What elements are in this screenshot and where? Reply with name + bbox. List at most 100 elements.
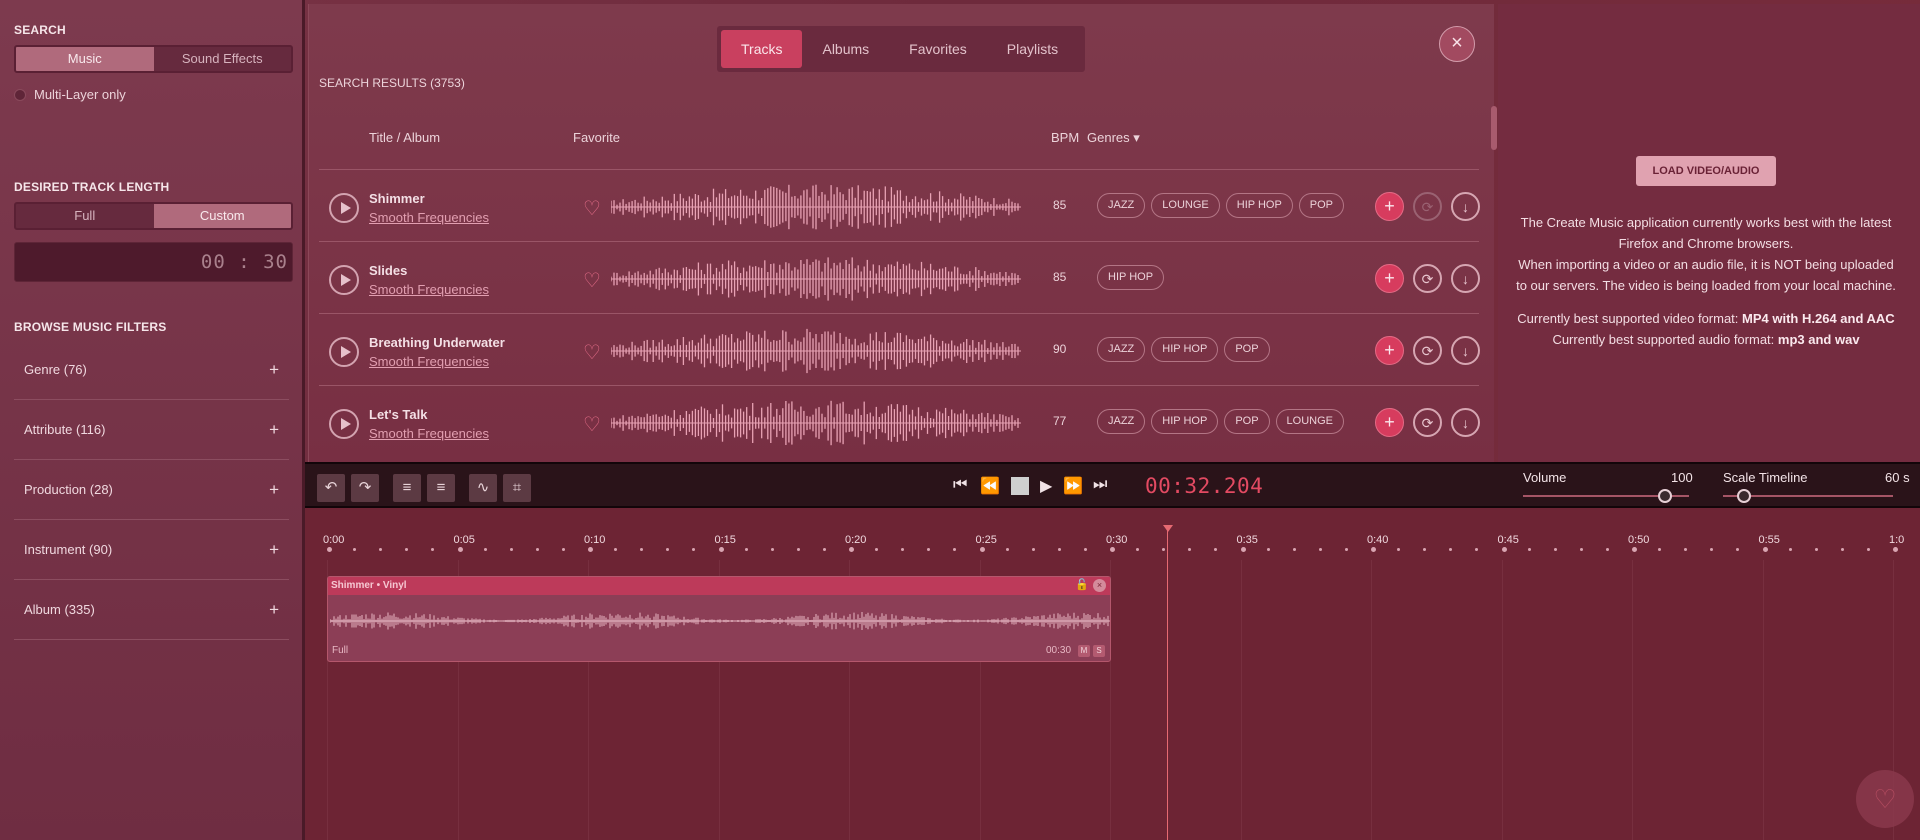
redo-button[interactable]: ↷ [351, 474, 379, 502]
sync-button[interactable]: ⟳ [1413, 336, 1442, 365]
track-row[interactable]: Let's Talk Smooth Frequencies ♡ 77 JAZZ H… [319, 385, 1480, 457]
skip-end-button[interactable]: ⏭ [1093, 476, 1107, 494]
fast-forward-button[interactable]: ⏩ [1063, 476, 1083, 496]
genre-tag[interactable]: LOUNGE [1151, 193, 1220, 218]
tab-favorites[interactable]: Favorites [889, 30, 987, 68]
filter-attribute[interactable]: Attribute (116) + [14, 400, 289, 460]
add-to-timeline-button[interactable]: + [1375, 408, 1404, 437]
column-bpm[interactable]: BPM [1051, 130, 1079, 145]
genre-tag[interactable]: POP [1298, 193, 1345, 218]
transport-bar: ↶ ↷ ≡ ≡ ∿ ⌗ ⏮ ⏪ ▶ ⏩ ⏭ 00:32.204 Volume 1… [305, 462, 1920, 508]
redo-icon: ↷ [358, 479, 372, 496]
filter-album[interactable]: Album (335) + [14, 580, 289, 640]
filter-instrument[interactable]: Instrument (90) + [14, 520, 289, 580]
favorite-heart-icon[interactable]: ♡ [583, 412, 601, 437]
genre-tag[interactable]: HIP HOP [1151, 337, 1219, 362]
volume-slider-knob[interactable] [1657, 489, 1672, 503]
genres-dropdown[interactable]: Genres ▾ [1087, 130, 1140, 146]
add-to-timeline-button[interactable]: + [1375, 192, 1404, 221]
timeline-tick-dot [1710, 548, 1714, 551]
sound-effects-mode-button[interactable]: Sound Effects [154, 47, 292, 71]
filter-production[interactable]: Production (28) + [14, 460, 289, 520]
add-to-timeline-button[interactable]: + [1375, 336, 1404, 365]
results-scrollbar[interactable] [1491, 106, 1497, 150]
play-button[interactable]: ▶ [1040, 476, 1052, 496]
tab-tracks[interactable]: Tracks [721, 30, 803, 68]
play-track-button[interactable] [329, 409, 359, 439]
skip-start-button[interactable]: ⏮ [953, 476, 967, 494]
timeline-tick-dot [1788, 548, 1792, 551]
genre-tag[interactable]: HIP HOP [1097, 265, 1165, 290]
timeline-grid-line [1240, 560, 1242, 840]
trim-button[interactable]: ⌗ [503, 474, 531, 502]
genre-tag[interactable]: HIP HOP [1151, 409, 1219, 434]
stop-button[interactable] [1011, 477, 1029, 495]
unlock-icon[interactable]: 🔓 [1075, 579, 1089, 592]
playhead[interactable] [1167, 526, 1168, 840]
track-album-link[interactable]: Smooth Frequencies [369, 282, 489, 297]
undo-button[interactable]: ↶ [317, 474, 345, 502]
chat-support-button[interactable]: ♡ [1856, 770, 1914, 828]
track-album-link[interactable]: Smooth Frequencies [369, 210, 489, 225]
music-mode-button[interactable]: Music [16, 47, 154, 71]
download-button[interactable]: ↓ [1451, 408, 1480, 437]
play-track-button[interactable] [329, 193, 359, 223]
download-button[interactable]: ↓ [1451, 336, 1480, 365]
column-title-album[interactable]: Title / Album [369, 130, 440, 145]
timeline-tick-dot [1162, 548, 1166, 551]
sync-button[interactable]: ⟳ [1413, 264, 1442, 293]
track-album-link[interactable]: Smooth Frequencies [369, 426, 489, 441]
genre-tag[interactable]: HIP HOP [1225, 193, 1293, 218]
tab-albums[interactable]: Albums [802, 30, 889, 68]
playhead-marker[interactable] [1163, 525, 1173, 532]
track-album-link[interactable]: Smooth Frequencies [369, 354, 489, 369]
crop-icon: ⌗ [512, 479, 522, 496]
load-video-audio-button[interactable]: LOAD VIDEO/AUDIO [1636, 156, 1776, 186]
filter-genre[interactable]: Genre (76) + [14, 340, 289, 400]
play-track-button[interactable] [329, 265, 359, 295]
genre-tag[interactable]: JAZZ [1097, 337, 1146, 362]
track-waveform[interactable] [611, 184, 1021, 230]
custom-length-button[interactable]: Custom [153, 204, 291, 228]
tab-playlists[interactable]: Playlists [987, 30, 1078, 68]
sync-icon: ⟳ [1421, 271, 1434, 287]
download-button[interactable]: ↓ [1451, 192, 1480, 221]
track-waveform[interactable] [611, 400, 1021, 446]
genre-tag[interactable]: JAZZ [1097, 409, 1146, 434]
rewind-button[interactable]: ⏪ [980, 476, 1000, 496]
download-button[interactable]: ↓ [1451, 264, 1480, 293]
track-row[interactable]: Breathing Underwater Smooth Frequencies … [319, 313, 1480, 385]
add-to-timeline-button[interactable]: + [1375, 264, 1404, 293]
sync-button[interactable]: ⟳ [1413, 408, 1442, 437]
timeline-clip[interactable]: Shimmer • Vinyl 🔓 × Full 00:30 M S [327, 576, 1111, 662]
scale-slider-knob[interactable] [1736, 489, 1751, 503]
close-panel-button[interactable]: × [1439, 26, 1475, 62]
remove-clip-icon[interactable]: × [1093, 579, 1106, 592]
timeline-tick-dot [1762, 547, 1768, 552]
full-length-button[interactable]: Full [16, 204, 154, 228]
timeline-tick-dot [353, 548, 357, 551]
mute-button[interactable]: M [1078, 645, 1090, 657]
remove-from-list-button[interactable]: ≡ [427, 474, 455, 502]
custom-length-input[interactable]: 00 : 30 [14, 242, 293, 282]
timeline[interactable]: 0:00 0:05 0:10 0:15 0:20 0:25 0:30 0:35 0:40 0:45… [305, 508, 1920, 840]
timeline-tick-dot [1893, 547, 1898, 552]
track-waveform[interactable] [611, 328, 1021, 374]
add-to-list-button[interactable]: ≡ [393, 474, 421, 502]
track-row[interactable]: Shimmer Smooth Frequencies ♡ 85 JAZZ LOUN… [319, 169, 1480, 241]
sync-button[interactable]: ⟳ [1413, 192, 1442, 221]
genre-tag[interactable]: POP [1224, 409, 1270, 434]
favorite-heart-icon[interactable]: ♡ [583, 196, 601, 221]
track-row[interactable]: Slides Smooth Frequencies ♡ 85 HIP HOP +… [319, 241, 1480, 313]
genre-tag[interactable]: LOUNGE [1275, 409, 1345, 434]
multilayer-checkbox[interactable] [14, 88, 26, 101]
play-track-button[interactable] [329, 337, 359, 367]
automation-button[interactable]: ∿ [469, 474, 497, 502]
track-waveform[interactable] [611, 256, 1021, 302]
solo-button[interactable]: S [1093, 645, 1105, 657]
favorite-heart-icon[interactable]: ♡ [583, 340, 601, 365]
genre-tag[interactable]: POP [1224, 337, 1270, 362]
genre-tag[interactable]: JAZZ [1097, 193, 1146, 218]
favorite-heart-icon[interactable]: ♡ [583, 268, 601, 293]
multilayer-checkbox-row[interactable]: Multi-Layer only [14, 87, 126, 102]
